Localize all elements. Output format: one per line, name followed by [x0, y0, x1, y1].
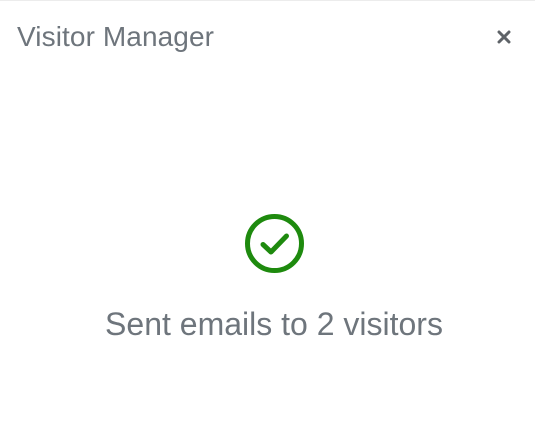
status-message: Sent emails to 2 visitors: [105, 306, 443, 342]
visitor-manager-dialog: Visitor Manager Sent emails to 2 visitor…: [0, 0, 535, 425]
close-button[interactable]: [490, 23, 518, 51]
check-circle-icon: [244, 213, 305, 274]
dialog-title: Visitor Manager: [17, 21, 215, 52]
close-icon[interactable]: [497, 30, 511, 44]
